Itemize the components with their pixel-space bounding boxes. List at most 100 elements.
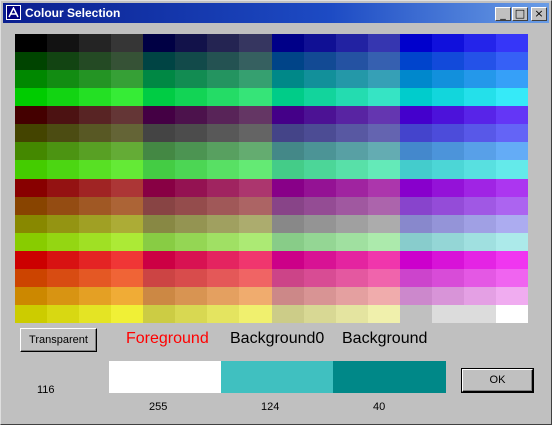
palette-cell[interactable] xyxy=(15,196,48,215)
palette-cell[interactable] xyxy=(175,70,208,89)
palette-cell[interactable] xyxy=(431,88,464,107)
palette-cell[interactable] xyxy=(175,304,208,323)
palette-cell[interactable] xyxy=(15,304,48,323)
palette-cell[interactable] xyxy=(271,196,304,215)
palette-cell[interactable] xyxy=(367,142,400,161)
palette-cell[interactable] xyxy=(367,70,400,89)
palette-cell[interactable] xyxy=(175,232,208,251)
palette-cell[interactable] xyxy=(47,304,80,323)
palette-cell[interactable] xyxy=(495,34,528,53)
palette-cell[interactable] xyxy=(207,250,240,269)
palette-cell[interactable] xyxy=(175,124,208,143)
palette-cell[interactable] xyxy=(431,106,464,125)
palette-cell[interactable] xyxy=(143,142,176,161)
palette-cell[interactable] xyxy=(367,52,400,71)
palette-cell[interactable] xyxy=(303,160,336,179)
foreground-label[interactable]: Foreground xyxy=(126,330,209,348)
palette-cell[interactable] xyxy=(335,304,368,323)
palette-cell[interactable] xyxy=(79,214,112,233)
palette-cell[interactable] xyxy=(367,286,400,305)
palette-cell[interactable] xyxy=(15,286,48,305)
palette-cell[interactable] xyxy=(143,304,176,323)
palette-cell[interactable] xyxy=(47,52,80,71)
palette-cell[interactable] xyxy=(303,214,336,233)
background-swatch[interactable] xyxy=(333,361,446,393)
palette-cell[interactable] xyxy=(303,232,336,251)
palette-cell[interactable] xyxy=(463,178,496,197)
palette-cell[interactable] xyxy=(175,88,208,107)
palette-cell[interactable] xyxy=(15,160,48,179)
palette-cell[interactable] xyxy=(335,124,368,143)
palette-cell[interactable] xyxy=(399,88,432,107)
palette-cell[interactable] xyxy=(15,124,48,143)
palette-cell[interactable] xyxy=(79,268,112,287)
palette-cell[interactable] xyxy=(175,268,208,287)
palette-cell[interactable] xyxy=(495,286,528,305)
palette-cell[interactable] xyxy=(367,232,400,251)
palette-cell[interactable] xyxy=(79,304,112,323)
palette-cell[interactable] xyxy=(335,196,368,215)
palette-cell[interactable] xyxy=(495,106,528,125)
minimize-button[interactable]: _ xyxy=(495,7,511,21)
palette-cell[interactable] xyxy=(207,304,240,323)
palette-cell[interactable] xyxy=(79,106,112,125)
palette-cell[interactable] xyxy=(271,70,304,89)
palette-cell[interactable] xyxy=(47,160,80,179)
palette-cell[interactable] xyxy=(367,304,400,323)
palette-cell[interactable] xyxy=(431,196,464,215)
palette-cell[interactable] xyxy=(207,268,240,287)
palette-cell[interactable] xyxy=(239,106,272,125)
background0-label[interactable]: Background0 xyxy=(230,330,324,348)
palette-cell[interactable] xyxy=(495,52,528,71)
palette-cell[interactable] xyxy=(399,268,432,287)
palette-cell[interactable] xyxy=(239,124,272,143)
palette-cell[interactable] xyxy=(207,34,240,53)
palette-cell[interactable] xyxy=(303,304,336,323)
palette-cell[interactable] xyxy=(335,34,368,53)
palette-cell[interactable] xyxy=(111,232,144,251)
palette-cell[interactable] xyxy=(47,88,80,107)
palette-cell[interactable] xyxy=(239,214,272,233)
palette-cell[interactable] xyxy=(431,34,464,53)
palette-cell[interactable] xyxy=(367,124,400,143)
palette-cell[interactable] xyxy=(239,34,272,53)
palette-cell[interactable] xyxy=(111,304,144,323)
palette-cell[interactable] xyxy=(367,34,400,53)
ok-button[interactable]: OK xyxy=(462,369,533,392)
palette-cell[interactable] xyxy=(431,124,464,143)
palette-cell[interactable] xyxy=(239,286,272,305)
palette-cell[interactable] xyxy=(175,250,208,269)
palette-cell[interactable] xyxy=(239,268,272,287)
palette-cell[interactable] xyxy=(47,106,80,125)
palette-cell[interactable] xyxy=(367,214,400,233)
palette-cell[interactable] xyxy=(47,268,80,287)
palette-cell[interactable] xyxy=(207,286,240,305)
palette-cell[interactable] xyxy=(463,106,496,125)
palette-cell[interactable] xyxy=(463,52,496,71)
palette-cell[interactable] xyxy=(399,52,432,71)
palette-cell[interactable] xyxy=(303,34,336,53)
palette-cell[interactable] xyxy=(143,196,176,215)
palette-cell[interactable] xyxy=(47,34,80,53)
transparent-button[interactable]: Transparent xyxy=(20,328,97,352)
palette-cell[interactable] xyxy=(47,142,80,161)
palette-cell[interactable] xyxy=(399,106,432,125)
palette-cell[interactable] xyxy=(47,178,80,197)
palette-cell[interactable] xyxy=(399,34,432,53)
palette-cell[interactable] xyxy=(207,214,240,233)
palette-cell[interactable] xyxy=(111,106,144,125)
palette-cell[interactable] xyxy=(431,250,464,269)
palette-cell[interactable] xyxy=(207,124,240,143)
palette-cell[interactable] xyxy=(463,250,496,269)
close-button[interactable]: × xyxy=(531,7,547,21)
palette-cell[interactable] xyxy=(239,160,272,179)
palette-cell[interactable] xyxy=(431,214,464,233)
palette-cell[interactable] xyxy=(431,304,464,323)
palette-cell[interactable] xyxy=(175,178,208,197)
palette-cell[interactable] xyxy=(495,142,528,161)
palette-cell[interactable] xyxy=(111,214,144,233)
palette-cell[interactable] xyxy=(271,88,304,107)
palette-cell[interactable] xyxy=(143,232,176,251)
palette-cell[interactable] xyxy=(15,106,48,125)
palette-cell[interactable] xyxy=(175,52,208,71)
